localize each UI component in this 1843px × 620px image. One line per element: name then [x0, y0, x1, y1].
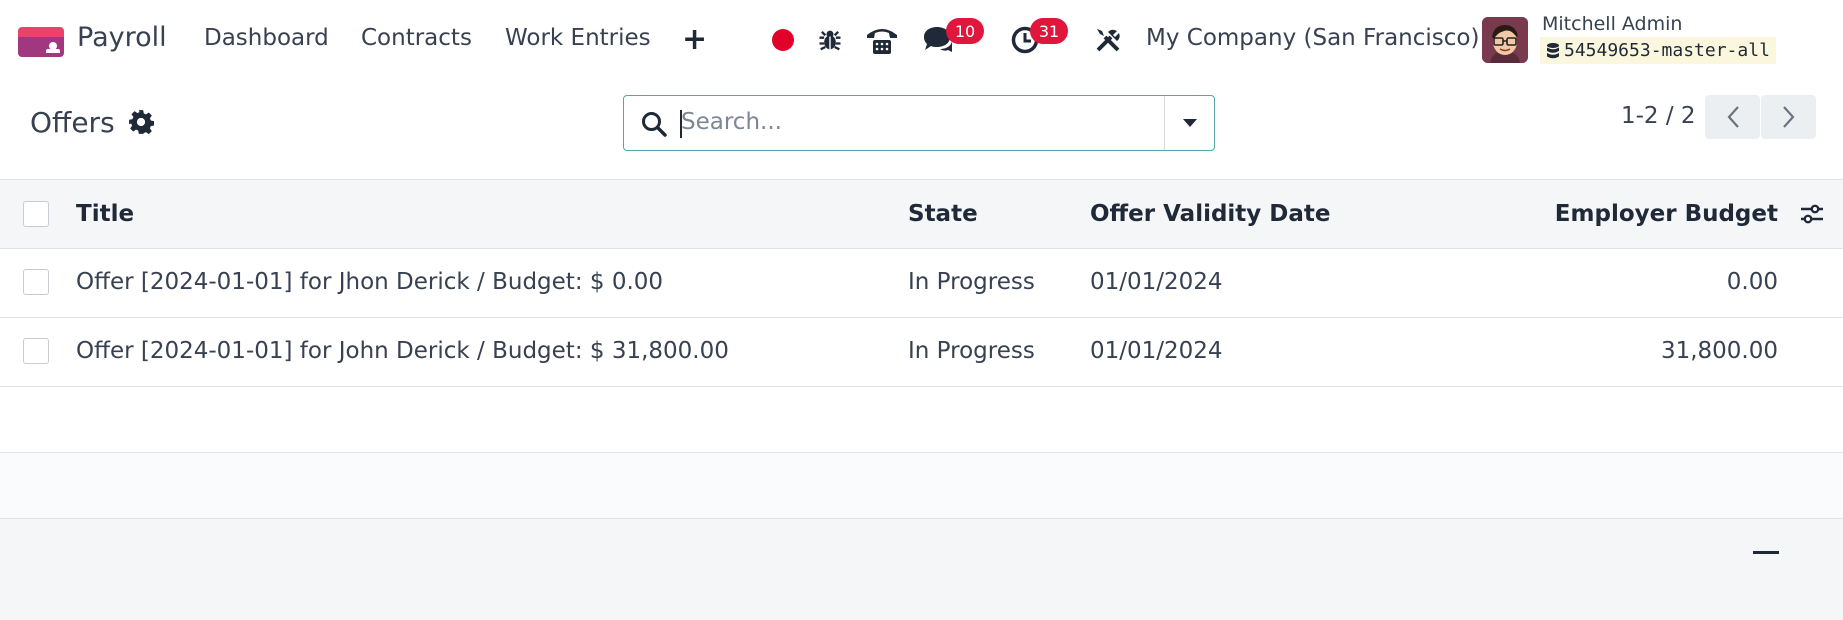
avatar[interactable] — [1482, 17, 1528, 63]
row-title[interactable]: Offer [2024-01-01] for Jhon Derick / Bud… — [76, 269, 663, 295]
row-offer-validity-date[interactable]: 01/01/2024 — [1090, 269, 1223, 295]
menu-add-button[interactable]: + — [682, 22, 707, 57]
top-navbar: Payroll Dashboard Contracts Work Entries… — [0, 0, 1843, 80]
empty-row — [0, 453, 1843, 519]
table-row[interactable]: Offer [2024-01-01] for John Derick / Bud… — [0, 318, 1843, 387]
pager-value[interactable]: 1-2 / 2 — [1621, 103, 1696, 129]
search-icon — [640, 110, 668, 142]
column-title[interactable]: Title — [76, 201, 134, 227]
column-employer-budget[interactable]: Employer Budget — [1555, 201, 1778, 227]
row-checkbox[interactable] — [23, 338, 49, 364]
gear-icon[interactable] — [128, 109, 155, 139]
row-checkbox[interactable] — [23, 269, 49, 295]
chevron-left-icon — [1727, 106, 1739, 128]
column-state[interactable]: State — [908, 201, 978, 227]
phone-icon[interactable] — [864, 24, 900, 56]
payroll-app-icon[interactable] — [18, 27, 64, 57]
search-input[interactable]: Search... — [681, 109, 782, 135]
row-title[interactable]: Offer [2024-01-01] for John Derick / Bud… — [76, 338, 729, 364]
chevron-right-icon — [1782, 106, 1794, 128]
company-switcher[interactable]: My Company (San Francisco) — [1146, 25, 1479, 51]
database-name: 54549653-master-all — [1564, 40, 1770, 61]
row-state[interactable]: In Progress — [908, 338, 1035, 364]
user-name[interactable]: Mitchell Admin — [1542, 13, 1682, 35]
table-row[interactable]: Offer [2024-01-01] for Jhon Derick / Bud… — [0, 249, 1843, 318]
search-box[interactable]: Search... — [623, 95, 1215, 151]
menu-work-entries[interactable]: Work Entries — [505, 25, 651, 51]
table-header: Title State Offer Validity Date Employer… — [0, 179, 1843, 249]
row-offer-validity-date[interactable]: 01/01/2024 — [1090, 338, 1223, 364]
select-all-checkbox[interactable] — [23, 201, 49, 227]
recording-icon[interactable] — [772, 29, 794, 51]
search-options-toggle[interactable] — [1165, 96, 1215, 150]
app-name[interactable]: Payroll — [77, 22, 167, 53]
row-state[interactable]: In Progress — [908, 269, 1035, 295]
database-icon — [1547, 42, 1559, 58]
pager-next-button[interactable] — [1761, 95, 1816, 139]
caret-down-icon — [1183, 119, 1197, 127]
database-tag: 54549653-master-all — [1540, 37, 1776, 64]
messages-badge: 10 — [946, 18, 984, 44]
menu-dashboard[interactable]: Dashboard — [204, 25, 329, 51]
pager-previous-button[interactable] — [1705, 95, 1760, 139]
footer-total-dash — [1753, 551, 1779, 554]
optional-columns-icon[interactable] — [1799, 201, 1825, 231]
tools-icon[interactable] — [1094, 24, 1122, 56]
menu-contracts[interactable]: Contracts — [361, 25, 472, 51]
bug-icon[interactable] — [816, 24, 844, 56]
table-footer — [0, 519, 1843, 620]
row-employer-budget[interactable]: 31,800.00 — [1661, 338, 1778, 364]
column-offer-validity-date[interactable]: Offer Validity Date — [1090, 201, 1331, 227]
empty-row — [0, 387, 1843, 453]
row-employer-budget[interactable]: 0.00 — [1727, 269, 1778, 295]
activities-badge: 31 — [1030, 18, 1068, 44]
page-title: Offers — [30, 106, 115, 139]
